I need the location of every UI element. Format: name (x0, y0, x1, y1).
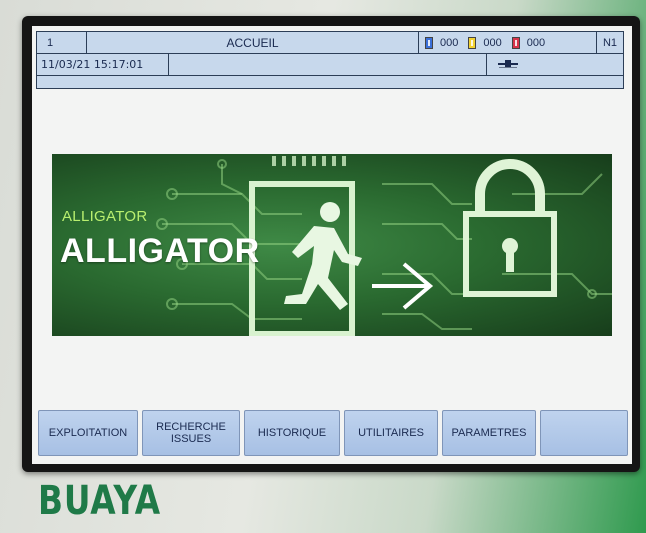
utilitaires-button[interactable]: UTILITAIRES (344, 410, 438, 456)
alligator-banner: ALLIGATOR ALLIGATOR (52, 154, 612, 336)
battery-yellow-icon (468, 36, 477, 49)
header-spacer-row (37, 76, 623, 88)
datetime: 11/03/21 15:17:01 (37, 54, 169, 76)
page-title-text: ACCUEIL (226, 35, 279, 50)
counter-yellow-value: 000 (483, 36, 502, 49)
emergency-exit-runner-icon (249, 181, 362, 336)
page-number-text: 1 (47, 36, 54, 49)
datetime-text: 11/03/21 15:17:01 (41, 58, 144, 71)
battery-red-icon (511, 36, 520, 49)
arrow-right-icon (372, 262, 434, 310)
blank-button[interactable] (540, 410, 628, 456)
status-header: 1 ACCUEIL 000 000 000 N1 11/03/21 15:17:… (36, 31, 624, 89)
network-status (487, 54, 623, 76)
logo-small-text: ALLIGATOR (62, 208, 148, 225)
network-connector-icon (497, 58, 519, 72)
message-field (169, 54, 487, 76)
counter-blue-value: 000 (440, 36, 459, 49)
recherche-issues-button[interactable]: RECHERCHE ISSUES (142, 410, 240, 456)
brand-logo-text: BUAYA (38, 478, 161, 524)
access-level[interactable]: N1 (597, 32, 623, 54)
page-number: 1 (37, 32, 87, 54)
logo-big-text: ALLIGATOR (60, 232, 260, 270)
counter-red-value: 000 (526, 36, 546, 49)
fault-counters[interactable]: 000 000 000 (419, 32, 597, 54)
touch-screen: 1 ACCUEIL 000 000 000 N1 11/03/21 15:17:… (32, 26, 632, 464)
battery-blue-icon (425, 36, 433, 49)
page-title: ACCUEIL (87, 32, 419, 54)
exploitation-button[interactable]: EXPLOITATION (38, 410, 138, 456)
parametres-button[interactable]: PARAMETRES (442, 410, 536, 456)
historique-button[interactable]: HISTORIQUE (244, 410, 340, 456)
access-level-text: N1 (602, 36, 618, 49)
